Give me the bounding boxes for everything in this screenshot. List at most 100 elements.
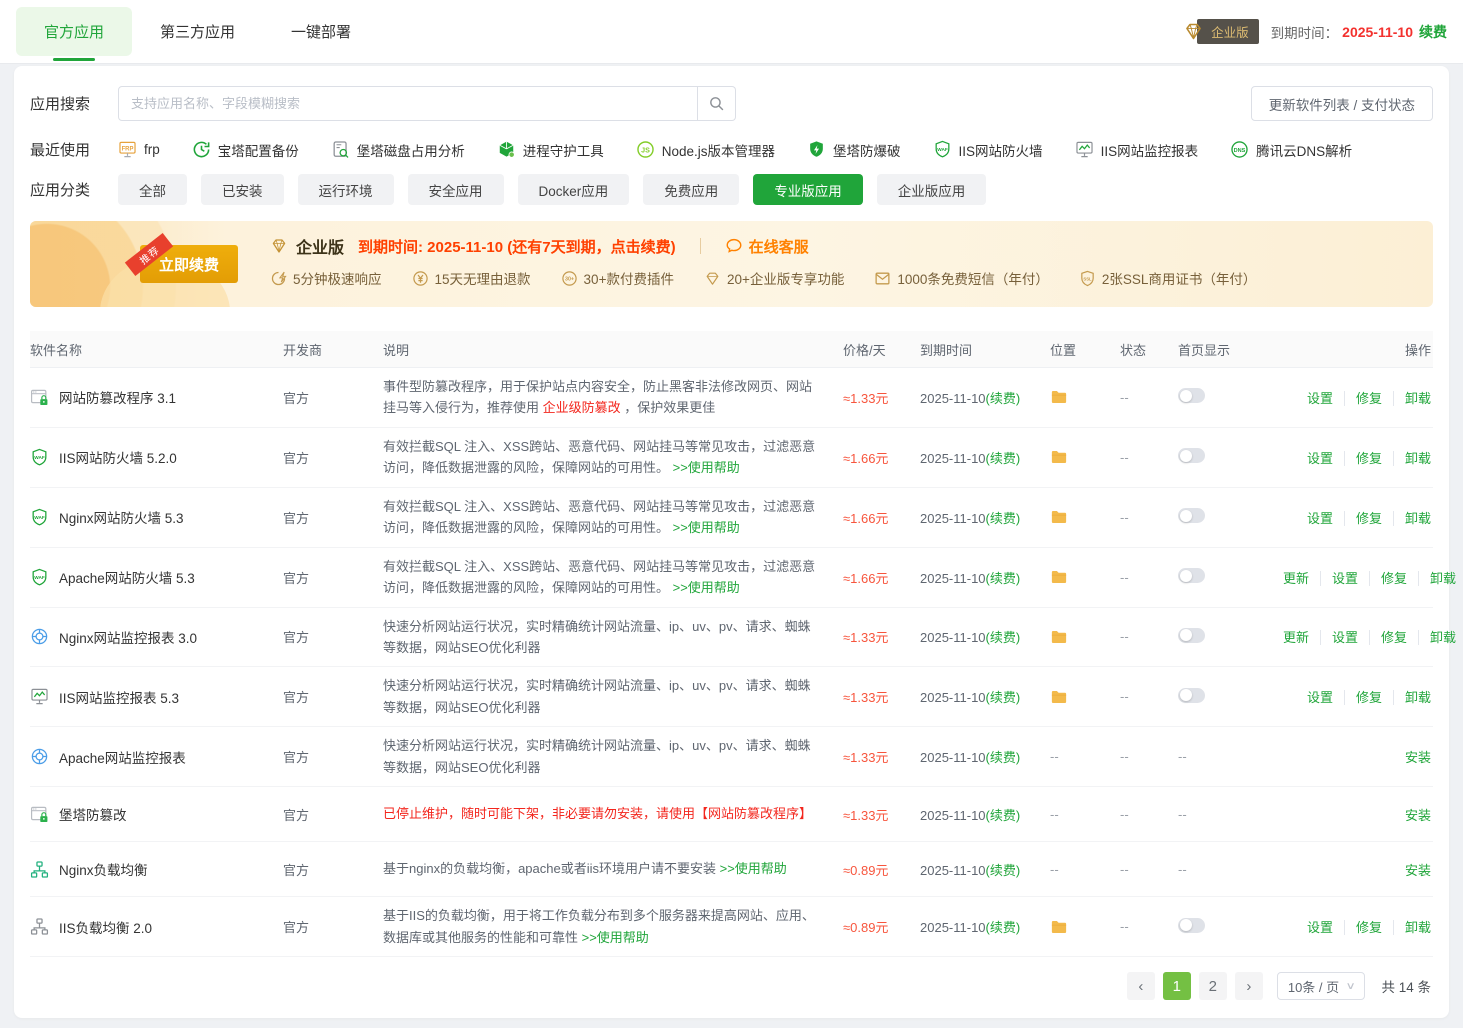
price-cell: ≈1.33元 [843, 747, 920, 766]
category-button[interactable]: 运行环境 [298, 174, 394, 205]
action-link[interactable]: 卸载 [1393, 391, 1431, 406]
renew-link[interactable]: (续费) [986, 690, 1021, 705]
search-input[interactable] [118, 86, 698, 121]
action-link[interactable]: 修复 [1344, 391, 1382, 406]
folder-icon[interactable] [1050, 568, 1120, 586]
action-link[interactable]: 安装 [1405, 863, 1431, 878]
action-link[interactable]: 卸载 [1393, 451, 1431, 466]
recent-app-link[interactable]: 进程守护工具 [497, 140, 604, 160]
home-display-toggle[interactable] [1178, 688, 1205, 703]
renew-now-button[interactable]: 推荐 立即续费 [140, 245, 238, 283]
help-link[interactable]: >>使用帮助 [582, 930, 649, 945]
recent-app-link[interactable]: 宝塔配置备份 [192, 140, 299, 160]
search-button[interactable] [698, 86, 736, 121]
renew-link[interactable]: 续费 [1419, 22, 1447, 42]
action-link[interactable]: 设置 [1307, 451, 1333, 466]
action-link[interactable]: 卸载 [1393, 920, 1431, 935]
action-link[interactable]: 修复 [1344, 690, 1382, 705]
category-button[interactable]: Docker应用 [518, 174, 630, 205]
help-link[interactable]: >>使用帮助 [673, 460, 740, 475]
help-link[interactable]: >>使用帮助 [720, 861, 787, 876]
related-app-link[interactable]: 企业级防篡改 [543, 400, 621, 415]
action-link[interactable]: 卸载 [1418, 571, 1456, 586]
renew-link[interactable]: (续费) [986, 630, 1021, 645]
action-link[interactable]: 安装 [1405, 808, 1431, 823]
renew-link[interactable]: (续费) [986, 863, 1021, 878]
refund-icon [412, 270, 429, 287]
pagination: ‹ 12 › 10条 / 页 ∨ 共 14 条 [30, 957, 1433, 1012]
action-link[interactable]: 修复 [1369, 571, 1407, 586]
folder-icon[interactable] [1050, 448, 1120, 466]
banner-info: 企业版 到期时间: 2025-11-10 (还有7天到期，点击续费) 在线客服 … [270, 231, 1423, 288]
action-link[interactable]: 设置 [1320, 630, 1358, 645]
window-lock-icon [30, 388, 49, 407]
folder-icon[interactable] [1050, 918, 1120, 936]
page-size-select[interactable]: 10条 / 页 ∨ [1277, 972, 1366, 1000]
home-display-toggle[interactable] [1178, 568, 1205, 583]
recent-app-link[interactable]: FRP frp [118, 140, 160, 159]
renew-link[interactable]: (续费) [986, 451, 1021, 466]
folder-icon[interactable] [1050, 508, 1120, 526]
category-button[interactable]: 安全应用 [408, 174, 504, 205]
recent-app-link[interactable]: 堡塔磁盘占用分析 [331, 140, 465, 160]
help-link[interactable]: >>使用帮助 [673, 520, 740, 535]
recent-app-link[interactable]: IIS网站监控报表 [1075, 140, 1199, 160]
home-display-toggle[interactable] [1178, 508, 1205, 523]
action-link[interactable]: 卸载 [1393, 511, 1431, 526]
developer-cell: 官方 [283, 448, 383, 467]
category-button[interactable]: 免费应用 [643, 174, 739, 205]
location-cell [1050, 628, 1120, 646]
action-link[interactable]: 修复 [1344, 511, 1382, 526]
app-store-panel: 应用搜索 更新软件列表 / 支付状态 最近使用 FRP frp 宝塔配置备份 [14, 66, 1449, 1018]
page-number-button[interactable]: 2 [1199, 972, 1227, 1000]
category-button[interactable]: 已安装 [201, 174, 284, 205]
folder-icon[interactable] [1050, 388, 1120, 406]
home-display-toggle[interactable] [1178, 628, 1205, 643]
top-tab[interactable]: 官方应用 [16, 0, 132, 63]
renew-link[interactable]: (续费) [986, 808, 1021, 823]
renew-link[interactable]: (续费) [986, 920, 1021, 935]
banner-expiry-renew-link[interactable]: 到期时间: 2025-11-10 (还有7天到期，点击续费) [358, 236, 676, 257]
app-name-cell: WAF Nginx网站防火墙 5.3 [30, 507, 283, 527]
folder-icon[interactable] [1050, 628, 1120, 646]
next-page-button[interactable]: › [1235, 972, 1263, 1000]
category-button[interactable]: 专业版应用 [753, 174, 863, 205]
folder-icon[interactable] [1050, 688, 1120, 706]
home-display-toggle[interactable] [1178, 918, 1205, 933]
category-button[interactable]: 企业版应用 [877, 174, 987, 205]
action-link[interactable]: 修复 [1344, 451, 1382, 466]
action-link[interactable]: 卸载 [1393, 690, 1431, 705]
recent-app-link[interactable]: JS Node.js版本管理器 [636, 140, 775, 160]
renew-link[interactable]: (续费) [986, 750, 1021, 765]
action-link[interactable]: 设置 [1307, 690, 1333, 705]
home-display-toggle[interactable] [1178, 388, 1205, 403]
action-link[interactable]: 修复 [1344, 920, 1382, 935]
recent-app-link[interactable]: WAF IIS网站防火墙 [933, 140, 1043, 160]
action-link[interactable]: 卸载 [1418, 630, 1456, 645]
page-number-button[interactable]: 1 [1163, 972, 1191, 1000]
help-link[interactable]: >>使用帮助 [673, 580, 740, 595]
recent-app-link[interactable]: DNS 腾讯云DNS解析 [1230, 140, 1352, 160]
action-link[interactable]: 设置 [1307, 920, 1333, 935]
renew-link[interactable]: (续费) [986, 511, 1021, 526]
category-button[interactable]: 全部 [118, 174, 187, 205]
action-link[interactable]: 安装 [1405, 750, 1431, 765]
renew-link[interactable]: (续费) [986, 391, 1021, 406]
action-link[interactable]: 设置 [1307, 391, 1333, 406]
gem-icon [270, 237, 288, 255]
actions-cell: 安装 [1283, 747, 1433, 766]
renew-link[interactable]: (续费) [986, 571, 1021, 586]
action-link[interactable]: 更新 [1283, 571, 1309, 586]
home-display-toggle[interactable] [1178, 448, 1205, 463]
prev-page-button[interactable]: ‹ [1127, 972, 1155, 1000]
description-cell: 有效拦截SQL 注入、XSS跨站、恶意代码、网站挂马等常见攻击，过滤恶意访问，降… [383, 556, 843, 599]
recent-app-link[interactable]: 堡塔防爆破 [807, 140, 901, 160]
action-link[interactable]: 设置 [1320, 571, 1358, 586]
top-tab[interactable]: 一键部署 [263, 0, 379, 63]
action-link[interactable]: 修复 [1369, 630, 1407, 645]
action-link[interactable]: 更新 [1283, 630, 1309, 645]
online-support-link[interactable]: 在线客服 [725, 236, 809, 257]
top-tab[interactable]: 第三方应用 [132, 0, 263, 63]
action-link[interactable]: 设置 [1307, 511, 1333, 526]
update-list-button[interactable]: 更新软件列表 / 支付状态 [1251, 86, 1433, 121]
